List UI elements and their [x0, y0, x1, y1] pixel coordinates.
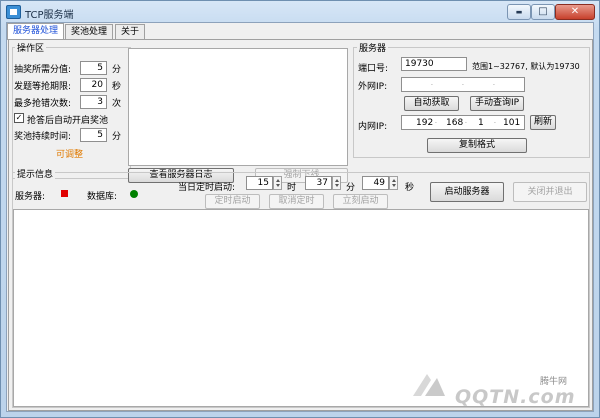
max-wrong-label: 最多抢错次数: — [14, 99, 72, 109]
duration-input[interactable]: 5 — [80, 128, 107, 142]
close-exit-button[interactable]: 关闭并退出 — [513, 182, 587, 202]
close-icon: ✕ — [570, 6, 580, 17]
lan-ip-dot: . — [465, 118, 467, 125]
lan-ip-label: 内网IP: — [358, 122, 388, 132]
hour-input[interactable]: 15 — [246, 176, 273, 190]
score-unit: 分 — [112, 65, 122, 75]
duration-label: 奖池持续时间: — [14, 132, 72, 142]
minute-input[interactable]: 37 — [305, 176, 332, 190]
wan-ip-input[interactable]: . . . — [401, 77, 525, 92]
app-icon — [6, 5, 21, 19]
port-input[interactable]: 19730 — [401, 57, 467, 71]
auto-pool-checkbox[interactable]: ✓ — [14, 113, 24, 123]
lan-ip-dot: . — [494, 118, 496, 125]
tab-about[interactable]: 关于 — [115, 24, 146, 39]
watermark-logo: QQTN.com — [455, 386, 576, 408]
minimize-button[interactable]: ▬ — [507, 4, 531, 20]
log-area[interactable] — [128, 48, 348, 166]
tab-prize-pool[interactable]: 奖池处理 — [65, 24, 114, 39]
copy-format-button[interactable]: 复制格式 — [427, 138, 527, 153]
minute-unit: 分 — [346, 183, 356, 193]
db-status-label: 数据库: — [87, 192, 118, 202]
ops-group-title: 操作区 — [15, 41, 47, 54]
close-button[interactable]: ✕ — [555, 4, 595, 20]
second-input[interactable]: 49 — [362, 176, 389, 190]
timer-label: 当日定时启动: — [178, 183, 236, 193]
timed-start-button[interactable]: 定时启动 — [205, 194, 260, 209]
manual-query-ip-button[interactable]: 手动查询IP — [470, 96, 524, 111]
second-spinner[interactable] — [389, 176, 398, 190]
wan-ip-dot: . — [462, 80, 464, 87]
port-hint: 范围1~32767, 默认为19730 — [472, 62, 580, 71]
db-status-indicator — [130, 190, 138, 198]
wan-ip-label: 外网IP: — [358, 82, 388, 92]
wan-ip-dot: . — [493, 80, 495, 87]
lan-ip-octet: 168 — [446, 118, 464, 128]
adjustable-note: 可调整 — [56, 150, 84, 160]
server-group-title: 服务器 — [357, 41, 389, 54]
start-now-button[interactable]: 立刻启动 — [333, 194, 388, 209]
lan-ip-octet: 101 — [503, 118, 521, 128]
timeout-input[interactable]: 20 — [80, 78, 107, 92]
tab-server[interactable]: 服务器处理 — [7, 23, 65, 40]
lan-ip-octet: 192 — [416, 118, 434, 128]
window-title: TCP服务端 — [25, 10, 74, 21]
refresh-button[interactable]: 刷新 — [530, 115, 556, 130]
score-input[interactable]: 5 — [80, 61, 107, 75]
minute-spinner[interactable] — [332, 176, 341, 190]
timeout-label: 发题等抢期限: — [14, 82, 72, 92]
minimize-icon: ▬ — [515, 8, 523, 16]
second-unit: 秒 — [405, 183, 415, 193]
hour-unit: 时 — [287, 183, 297, 193]
auto-get-ip-button[interactable]: 自动获取 — [404, 96, 459, 111]
maximize-icon: □ — [538, 6, 548, 17]
start-server-button[interactable]: 启动服务器 — [430, 182, 504, 202]
server-tab-panel: 操作区 抽奖所需分值: 5 分 发题等抢期限: 20 秒 最多抢错次数: 3 次… — [8, 39, 593, 411]
lan-ip-dot: . — [435, 118, 437, 125]
lan-ip-octet: 1 — [478, 118, 484, 128]
server-status-indicator — [61, 190, 68, 197]
max-wrong-input[interactable]: 3 — [80, 95, 107, 109]
maximize-button[interactable]: □ — [531, 4, 555, 20]
lan-ip-input[interactable]: 192 . 168 . 1 . 101 — [401, 115, 525, 130]
watermark-icon — [409, 370, 449, 400]
cancel-timer-button[interactable]: 取消定时 — [269, 194, 324, 209]
max-wrong-unit: 次 — [112, 99, 122, 109]
info-group-title: 提示信息 — [15, 167, 56, 180]
message-area[interactable] — [13, 209, 589, 407]
title-bar[interactable]: TCP服务端 ▬ □ ✕ — [1, 1, 600, 23]
port-label: 端口号: — [358, 64, 389, 74]
server-status-label: 服务器: — [15, 192, 46, 202]
wan-ip-dot: . — [431, 80, 433, 87]
duration-unit: 分 — [112, 132, 122, 142]
score-label: 抽奖所需分值: — [14, 65, 72, 75]
client-area: 服务器处理 奖池处理 关于 操作区 抽奖所需分值: 5 分 发题等抢期限: 20… — [6, 22, 594, 412]
hour-spinner[interactable] — [273, 176, 282, 190]
timeout-unit: 秒 — [112, 82, 122, 92]
auto-pool-label: 抢答后自动开启奖池 — [27, 116, 109, 126]
